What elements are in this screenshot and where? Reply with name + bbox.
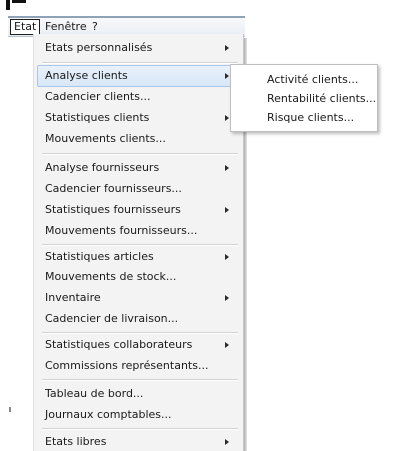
menu-item-inventaire[interactable]: Inventaire [37,287,240,309]
submenu-arrow-icon [225,254,229,260]
menu-item-cadencier-clients[interactable]: Cadencier clients... [37,86,240,108]
menu-item-label: Tableau de bord... [45,387,144,400]
menu-item-statistiques-clients[interactable]: Statistiques clients [37,107,240,129]
menu-item-label: Etats libres [45,435,107,448]
menu-item-analyse-clients[interactable]: Analyse clients [37,65,240,87]
analyse-clients-submenu: Activité clients... Rentabilité clients.… [230,64,378,132]
submenu-arrow-icon [225,115,229,121]
menu-item-label: Cadencier clients... [45,90,151,103]
submenu-arrow-icon [225,342,229,348]
submenu-item-risque-clients[interactable]: Risque clients... [233,108,373,127]
menu-item-label: Mouvements fournisseurs... [45,224,198,237]
screen: Etat Fenêtre ? Etats personnalisés Analy… [0,0,401,451]
submenu-arrow-icon [225,165,229,171]
menu-etat[interactable]: Etat [10,19,41,35]
menu-item-label: Analyse clients [45,69,128,82]
submenu-item-rentabilite-clients[interactable]: Rentabilité clients... [233,89,377,108]
menu-item-mouvements-de-stock[interactable]: Mouvements de stock... [37,266,240,288]
submenu-arrow-icon [225,73,229,79]
menu-item-commissions-representants[interactable]: Commissions représentants... [37,355,240,377]
submenu-arrow-icon [225,295,229,301]
menu-item-statistiques-articles[interactable]: Statistiques articles [37,246,240,268]
menu-item-label: Cadencier fournisseurs... [45,182,182,195]
toolbar-fragment [6,0,10,10]
menu-separator [42,379,238,381]
submenu-arrow-icon [225,45,229,51]
menu-item-mouvements-clients[interactable]: Mouvements clients... [37,128,240,150]
submenu-item-activite-clients[interactable]: Activité clients... [233,70,373,89]
toolbar-fragment [12,0,26,3]
menu-item-journaux-comptables[interactable]: Journaux comptables... [37,404,240,426]
submenu-arrow-icon [225,439,229,445]
menu-item-label: Cadencier de livraison... [45,312,179,325]
etat-dropdown-menu: Etats personnalisés Analyse clients Cade… [33,34,244,451]
menu-item-mouvements-fournisseurs[interactable]: Mouvements fournisseurs... [37,220,240,242]
menu-item-cadencier-fournisseurs[interactable]: Cadencier fournisseurs... [37,178,240,200]
menu-item-label: Mouvements de stock... [45,270,177,283]
menu-item-label: Etats personnalisés [45,41,153,54]
menu-separator [42,62,238,64]
menu-item-label: Statistiques collaborateurs [45,338,193,351]
menu-item-label: Statistiques articles [45,250,154,263]
menu-item-etats-personnalises[interactable]: Etats personnalisés [37,37,240,59]
menu-item-label: Analyse fournisseurs [45,161,160,174]
menu-item-statistiques-collaborateurs[interactable]: Statistiques collaborateurs [37,334,240,356]
menu-item-label: Journaux comptables... [45,408,172,421]
submenu-item-label: Activité clients... [267,73,359,86]
menu-item-etats-libres[interactable]: Etats libres [37,431,240,451]
menu-fenetre[interactable]: Fenêtre [42,20,90,34]
menu-item-cadencier-de-livraison[interactable]: Cadencier de livraison... [37,308,240,330]
menu-item-label: Mouvements clients... [45,132,166,145]
menu-item-label: Inventaire [45,291,101,304]
menu-item-label: Statistiques clients [45,111,150,124]
menu-separator [42,428,238,430]
menu-item-tableau-de-bord[interactable]: Tableau de bord... [37,383,240,405]
submenu-item-label: Risque clients... [267,111,355,124]
menu-item-label: Commissions représentants... [45,359,209,372]
menu-item-statistiques-fournisseurs[interactable]: Statistiques fournisseurs [37,199,240,221]
submenu-arrow-icon [225,207,229,213]
background-mark [9,407,11,412]
menu-item-label: Statistiques fournisseurs [45,203,181,216]
menu-separator [42,153,238,155]
menu-item-analyse-fournisseurs[interactable]: Analyse fournisseurs [37,157,240,179]
submenu-item-label: Rentabilité clients... [267,92,377,105]
menu-help[interactable]: ? [89,20,101,34]
